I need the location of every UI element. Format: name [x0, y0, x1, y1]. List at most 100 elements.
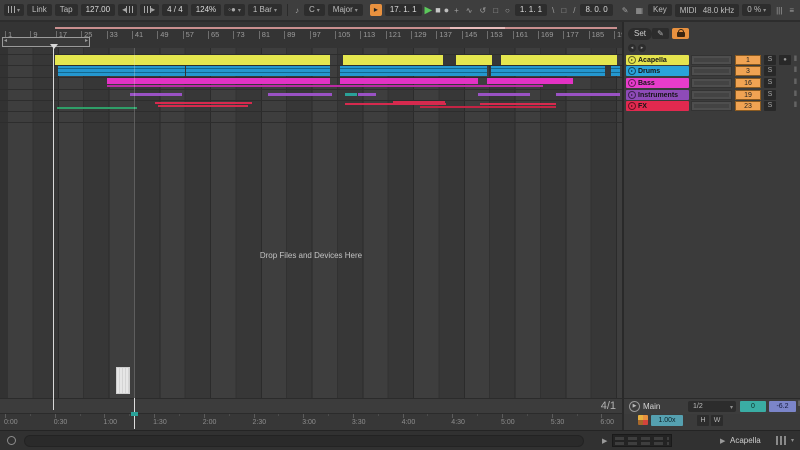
track-name-area[interactable]: ▸Instruments [626, 90, 689, 100]
arrangement-clip[interactable] [501, 55, 617, 65]
arrangement-clip[interactable] [478, 93, 530, 96]
punch-out-button[interactable]: / [571, 4, 577, 17]
main-track-lane[interactable]: 4/1 [0, 398, 622, 413]
selected-clip-block[interactable] [116, 367, 130, 394]
arrangement-clip[interactable] [343, 55, 443, 65]
freeze-handle[interactable]: ‖ [794, 101, 797, 111]
arrangement-clip[interactable] [58, 66, 185, 76]
freeze-handle[interactable]: ‖ [794, 90, 797, 100]
zoom-level-display[interactable]: 1.00x [651, 415, 683, 426]
arrangement-clip[interactable] [556, 93, 620, 96]
track-mapping-number[interactable]: 19 [735, 90, 761, 100]
tap-tempo-button[interactable]: Tap [55, 4, 78, 16]
set-button[interactable]: Set [628, 28, 652, 40]
key-root-select[interactable]: C▾ [304, 4, 325, 16]
track-mapping-number[interactable]: 3 [735, 66, 761, 76]
main-pan-display[interactable]: 0 [740, 401, 766, 412]
grid-value-select[interactable]: 1/2▾ [688, 401, 736, 412]
loop-region-button[interactable]: □ [559, 4, 568, 17]
play-button[interactable]: ▶ [425, 5, 433, 16]
punch-in-button[interactable]: \ [550, 4, 556, 17]
track-header-bass[interactable]: ▸Bass 16S ‖ [624, 78, 800, 88]
unfold-track-icon[interactable]: ▸ [628, 79, 636, 87]
time-signature-display[interactable]: 4 / 4 [162, 4, 188, 16]
tempo-display[interactable]: 127.00 [81, 4, 115, 16]
metronome-button[interactable]: ◦●▾ [224, 4, 245, 16]
key-scale-select[interactable]: Major▾ [328, 4, 363, 16]
scroll-right-button[interactable]: ▸ [638, 44, 646, 52]
arrangement-clip[interactable] [345, 93, 357, 96]
time-ruler[interactable]: 0:000:301:001:302:002:303:003:304:004:30… [0, 413, 622, 430]
track-name-area[interactable]: ▸Acapella [626, 55, 689, 65]
unfold-track-icon[interactable]: ▸ [628, 56, 636, 64]
arrangement-clip[interactable] [186, 66, 330, 76]
computer-keyboard-button[interactable]: ▦ [633, 4, 645, 17]
arrangement-clip[interactable] [487, 78, 573, 84]
loop-toggle-button[interactable]: ○ [503, 4, 512, 17]
arrangement-area[interactable]: Drop Files and Devices Here [0, 48, 622, 398]
chevron-down-icon[interactable]: ▾ [791, 437, 794, 444]
unfold-track-icon[interactable]: ▸ [628, 67, 636, 75]
view-options-button[interactable]: ▾ [4, 4, 24, 16]
track-mapping-number[interactable]: 1 [735, 55, 761, 65]
track-name-area[interactable]: ▸Drums [626, 66, 689, 76]
solo-button[interactable]: S [764, 66, 776, 76]
clip-grid-icon[interactable] [638, 415, 648, 425]
arrangement-clip[interactable] [107, 85, 543, 87]
arrangement-clip[interactable] [480, 103, 556, 105]
record-button[interactable]: ● [444, 5, 449, 15]
arrangement-clip[interactable] [107, 78, 330, 84]
track-name-area[interactable]: ▸Bass [626, 78, 689, 88]
loop-start-display[interactable]: 1. 1. 1 [515, 4, 547, 16]
arrangement-loop-strip[interactable] [55, 27, 617, 29]
track-mapping-number[interactable]: 23 [735, 101, 761, 111]
freeze-handle[interactable]: ‖ [794, 66, 797, 76]
height-zoom-button[interactable]: H [697, 415, 709, 426]
width-zoom-button[interactable]: W [711, 415, 723, 426]
arrangement-clip[interactable] [55, 55, 330, 65]
solo-button[interactable]: S [764, 101, 776, 111]
quantize-menu[interactable]: 1 Bar▾ [248, 4, 282, 16]
scroll-left-button[interactable]: ◂ [628, 44, 636, 52]
capture-midi-button[interactable]: □ [491, 4, 500, 17]
arrangement-clip[interactable] [456, 55, 492, 65]
key-map-button[interactable]: Key [648, 4, 672, 16]
solo-button[interactable]: S [764, 78, 776, 88]
automation-arm-button[interactable]: ∿ [464, 4, 475, 17]
groove-amount-display[interactable]: 124% [191, 4, 221, 16]
stop-button[interactable]: ■ [435, 5, 440, 15]
freeze-handle[interactable]: ‖ [794, 78, 797, 88]
minimap-play-icon[interactable]: ▶ [602, 437, 607, 445]
midi-io-indicator[interactable]: MIDI 48.0 kHz [675, 4, 739, 17]
clip-play-icon[interactable]: ▶ [720, 437, 725, 445]
zoom-scroll-hotspot[interactable] [2, 37, 90, 47]
loop-length-display[interactable]: 8. 0. 0 [580, 4, 612, 16]
track-name-area[interactable]: ▸FX [626, 101, 689, 111]
clip-overview-minimap[interactable] [612, 434, 672, 447]
arrangement-clip[interactable] [57, 107, 137, 109]
freeze-handle[interactable]: ‖ [794, 55, 797, 65]
track-header-fx[interactable]: ▸FX 23S ‖ [624, 101, 800, 111]
arrangement-clip[interactable] [158, 105, 248, 107]
follow-button[interactable]: ▸ [370, 4, 382, 16]
hamburger-menu-icon[interactable]: ≡ [787, 4, 796, 17]
track-header-instruments[interactable]: ▸Instruments19S‖ [624, 90, 800, 100]
main-volume-display[interactable]: -6.2 [769, 401, 796, 412]
arrangement-position-display[interactable]: 17. 1. 1 [385, 4, 422, 16]
track-header-acapella[interactable]: ▸Acapella1S●‖ [624, 55, 800, 65]
bar-ruler[interactable]: 1917253341495765738189971051131211291371… [0, 22, 622, 49]
overdub-button[interactable]: + [452, 4, 461, 17]
pencil-button[interactable]: ✎ [652, 28, 669, 39]
draw-mode-button[interactable]: ✎ [620, 4, 631, 17]
arrangement-clip[interactable] [393, 101, 445, 104]
reenable-automation-button[interactable]: ↺ [478, 4, 489, 17]
main-play-icon[interactable]: ▶ [629, 401, 640, 412]
arrangement-clip[interactable] [130, 93, 182, 96]
track-mapping-number[interactable]: 16 [735, 78, 761, 88]
main-track-header[interactable]: ▶ Main 1/2▾ 0 -6.2 ‖ [624, 398, 800, 414]
arrangement-clip[interactable] [420, 106, 556, 108]
cpu-load-menu[interactable]: 0 %▾ [742, 4, 771, 16]
unfold-track-icon[interactable]: ▸ [628, 91, 636, 99]
solo-button[interactable]: S [764, 55, 776, 65]
arrangement-clip[interactable] [491, 66, 605, 76]
